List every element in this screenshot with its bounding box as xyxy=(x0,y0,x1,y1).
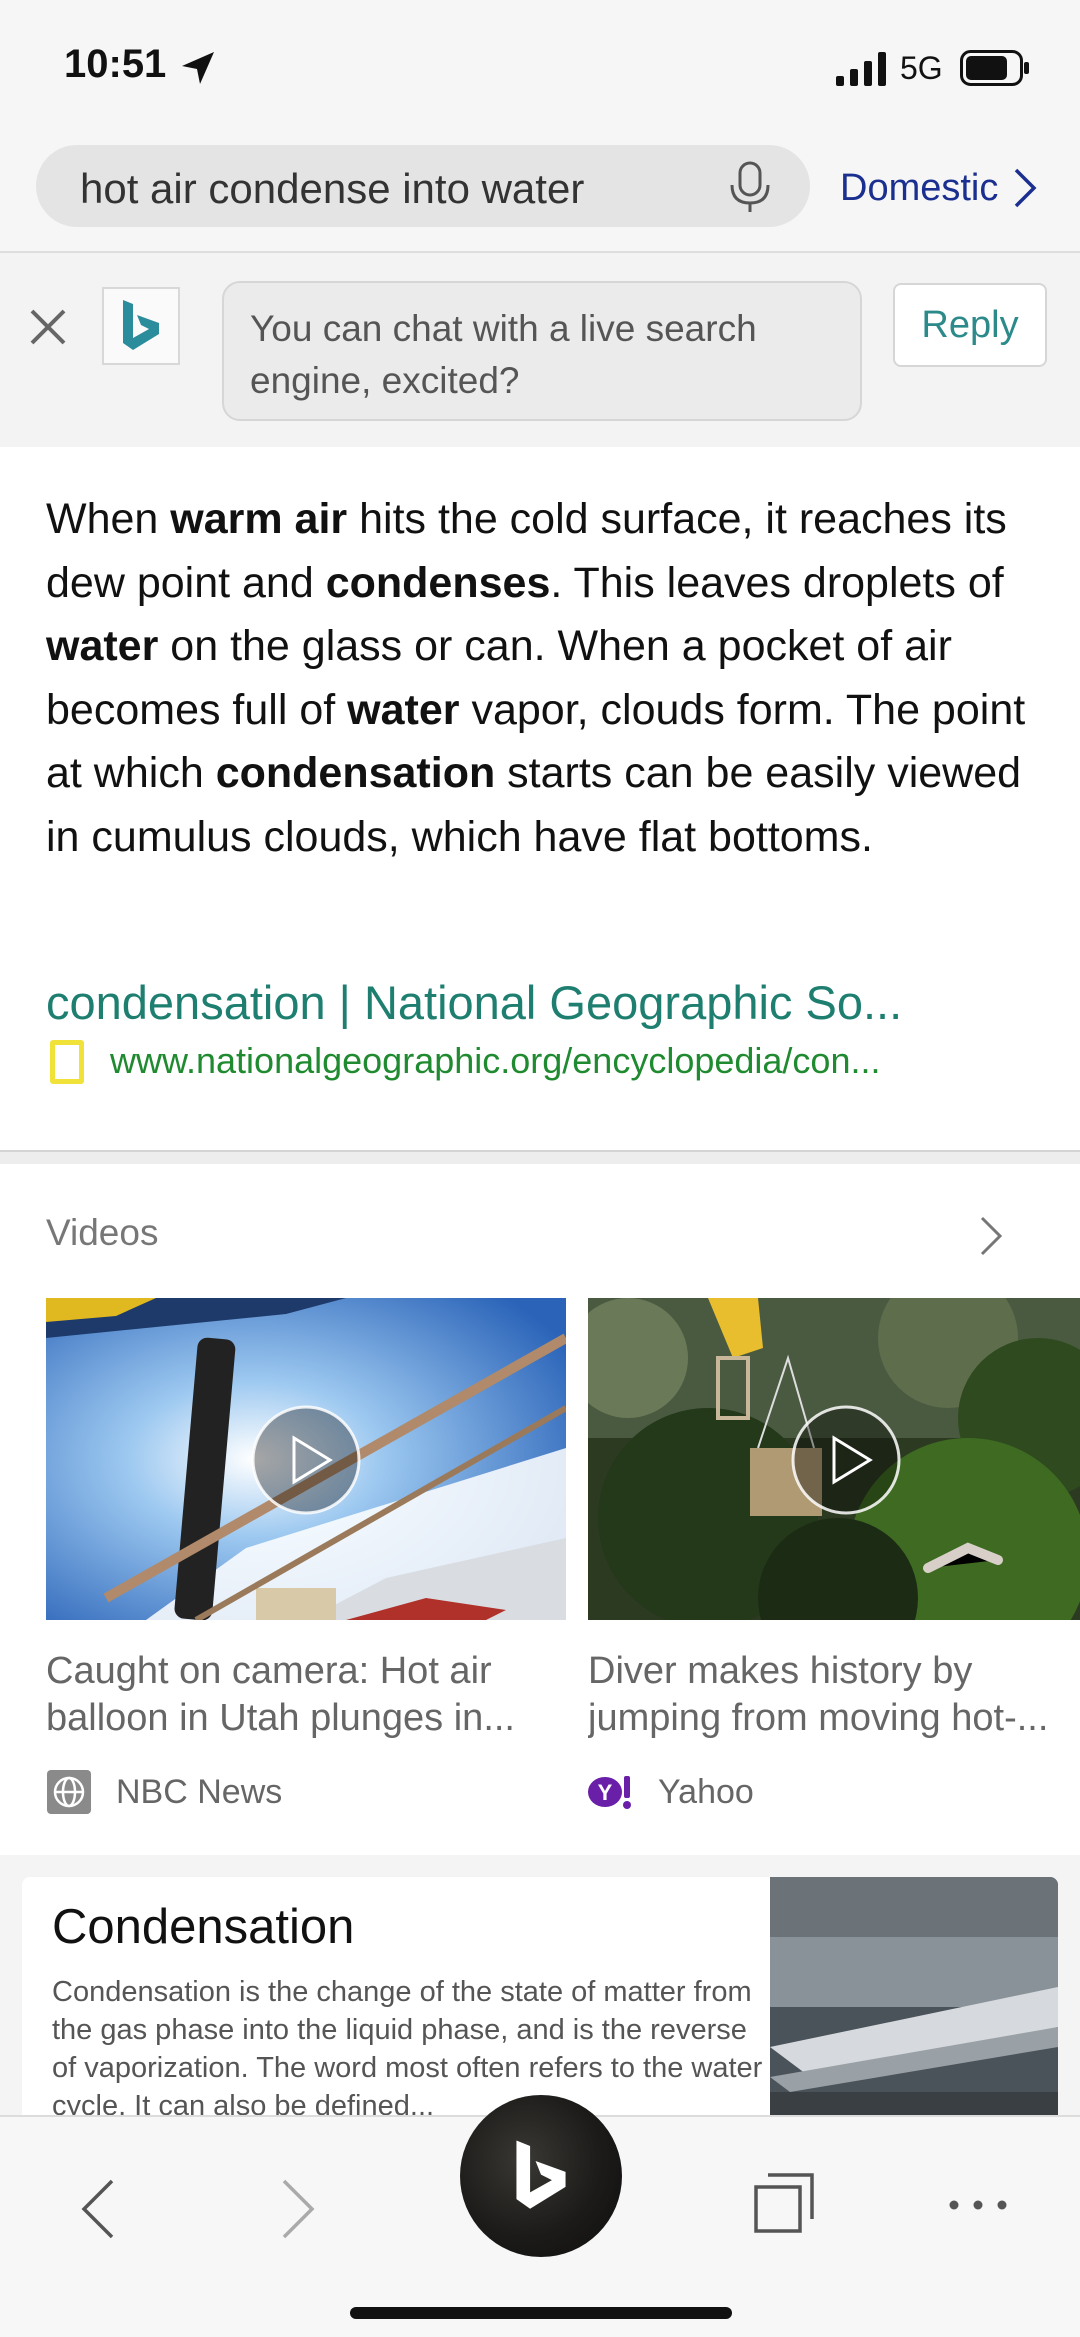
answer-bold-term: condenses xyxy=(325,558,551,607)
more-options-icon[interactable] xyxy=(946,2197,1010,2213)
answer-bold-term: water xyxy=(46,622,159,670)
status-bar: 10:51 5G xyxy=(0,0,1080,135)
microphone-icon[interactable] xyxy=(722,159,778,215)
close-icon[interactable] xyxy=(26,305,70,349)
status-time: 10:51 xyxy=(64,42,167,86)
chat-banner: You can chat with a live search engine, … xyxy=(0,253,1080,447)
region-label: Domestic xyxy=(840,166,999,209)
answer-bold-term: water xyxy=(347,685,460,734)
video-title-line: Diver makes history by xyxy=(588,1650,973,1692)
battery-icon xyxy=(960,50,1029,86)
location-arrow-icon xyxy=(182,52,214,84)
forward-arrow-icon[interactable] xyxy=(278,2177,318,2241)
network-type: 5G xyxy=(900,50,943,86)
answer-bold-term: condensation xyxy=(215,749,496,797)
yahoo-icon: Y xyxy=(588,1776,631,1809)
video-title[interactable]: Diver makes history by jumping from movi… xyxy=(588,1648,1080,1742)
bing-home-button[interactable] xyxy=(460,2095,622,2257)
tabs-icon[interactable] xyxy=(752,2171,816,2235)
video-thumbnail[interactable] xyxy=(46,1298,566,1620)
source-favicon xyxy=(50,1040,84,1084)
video-title-line: Caught on camera: Hot air xyxy=(46,1650,492,1692)
reply-button[interactable]: Reply xyxy=(893,283,1047,367)
video-source-label: NBC News xyxy=(116,1772,283,1811)
play-icon xyxy=(791,1405,901,1515)
knowledge-card-title: Condensation xyxy=(52,1900,355,1954)
video-title[interactable]: Caught on camera: Hot air balloon in Uta… xyxy=(46,1648,566,1742)
globe-icon xyxy=(47,1770,91,1814)
knowledge-card-section: Condensation Condensation is the change … xyxy=(0,1855,1080,2137)
chevron-right-icon xyxy=(1015,168,1037,208)
video-source-label: Yahoo xyxy=(658,1772,754,1811)
answer-text-run: When xyxy=(46,495,171,543)
video-thumbnail[interactable] xyxy=(588,1298,1080,1620)
bing-logo-icon xyxy=(516,2140,566,2209)
svg-text:Y: Y xyxy=(598,1780,613,1805)
back-arrow-icon[interactable] xyxy=(78,2177,118,2241)
video-source: NBC News xyxy=(46,1768,282,1816)
bing-logo-icon xyxy=(123,300,159,350)
search-header: hot air condense into water Domestic xyxy=(0,135,1080,253)
answer-text-run: . This leaves droplets of xyxy=(550,558,1004,607)
signal-strength-icon xyxy=(836,52,886,86)
airplane-wing-image xyxy=(770,1877,1058,2137)
home-indicator xyxy=(350,2307,732,2319)
search-query-text: hot air condense into water xyxy=(80,165,585,212)
video-source: Y Yahoo xyxy=(588,1768,754,1816)
bing-logo-tile xyxy=(102,287,180,365)
source-url[interactable]: www.nationalgeographic.org/encyclopedia/… xyxy=(110,1040,880,1082)
chevron-right-icon[interactable] xyxy=(978,1214,1004,1258)
answer-bold-term: warm air xyxy=(170,495,348,543)
videos-section-title[interactable]: Videos xyxy=(46,1212,158,1254)
region-toggle-button[interactable]: Domestic xyxy=(840,163,1038,213)
video-title-line: jumping from moving hot-... xyxy=(588,1697,1049,1739)
play-icon xyxy=(251,1405,361,1515)
video-title-line: balloon in Utah plunges in... xyxy=(46,1697,515,1739)
knowledge-card-text: Condensation is the change of the state … xyxy=(52,1976,763,2122)
bottom-toolbar xyxy=(0,2095,1080,2337)
answer-snippet: When warm air hits the cold surface, it … xyxy=(46,488,1046,869)
source-title-link[interactable]: condensation | National Geographic So... xyxy=(46,975,1046,1030)
chat-prompt-bubble: You can chat with a live search engine, … xyxy=(222,281,862,421)
section-divider xyxy=(0,1150,1080,1164)
search-input[interactable]: hot air condense into water xyxy=(36,145,810,227)
